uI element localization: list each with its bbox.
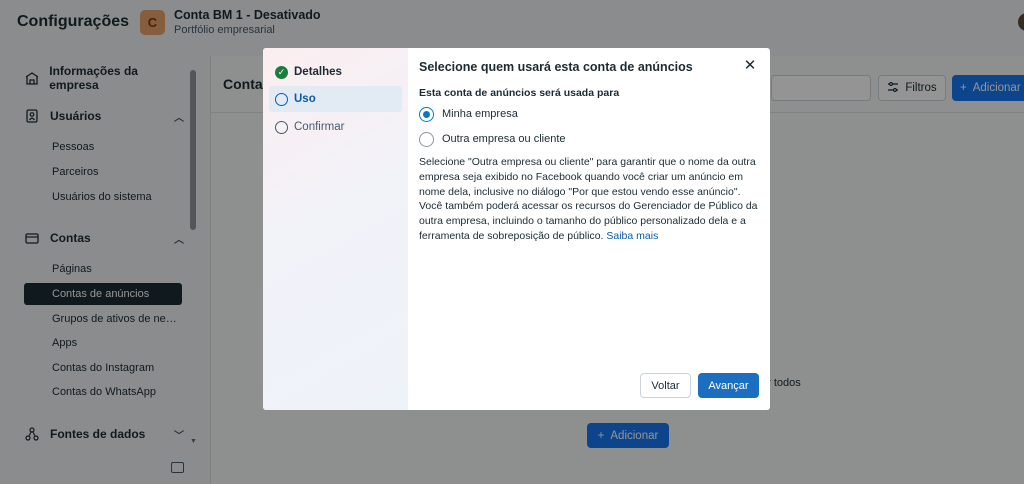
step-usage[interactable]: Uso: [269, 86, 402, 112]
dialog-title: Selecione quem usará esta conta de anúnc…: [419, 60, 693, 74]
option-description: Selecione "Outra empresa ou cliente" par…: [419, 155, 764, 244]
steps-panel: ✓ Detalhes Uso Confirmar: [263, 48, 408, 410]
check-circle-icon: ✓: [275, 65, 288, 79]
next-button[interactable]: Avançar: [698, 373, 759, 398]
description-text: Selecione "Outra empresa ou cliente" par…: [419, 156, 758, 242]
option-label: Outra empresa ou cliente: [442, 133, 566, 145]
step-label: Detalhes: [294, 66, 342, 78]
step-label: Confirmar: [294, 121, 345, 133]
radio-unselected-icon[interactable]: [419, 131, 434, 147]
option-my-business[interactable]: Minha empresa: [419, 106, 518, 122]
option-label: Minha empresa: [442, 108, 518, 120]
pending-step-circle-icon: [275, 120, 288, 134]
step-confirm[interactable]: Confirmar: [269, 114, 402, 140]
step-label: Uso: [294, 93, 316, 105]
step-details[interactable]: ✓ Detalhes: [269, 59, 402, 85]
learn-more-link[interactable]: Saiba mais: [606, 230, 658, 242]
back-button[interactable]: Voltar: [640, 373, 691, 398]
dialog-content: Selecione quem usará esta conta de anúnc…: [408, 48, 770, 410]
usage-question-label: Esta conta de anúncios será usada para: [419, 87, 620, 99]
current-step-circle-icon: [275, 92, 288, 106]
radio-selected-icon[interactable]: [419, 106, 434, 122]
close-icon[interactable]: ✕: [742, 58, 758, 74]
option-other-business[interactable]: Outra empresa ou cliente: [419, 131, 566, 147]
ad-account-usage-dialog: ✓ Detalhes Uso Confirmar Selecione quem …: [263, 48, 770, 410]
